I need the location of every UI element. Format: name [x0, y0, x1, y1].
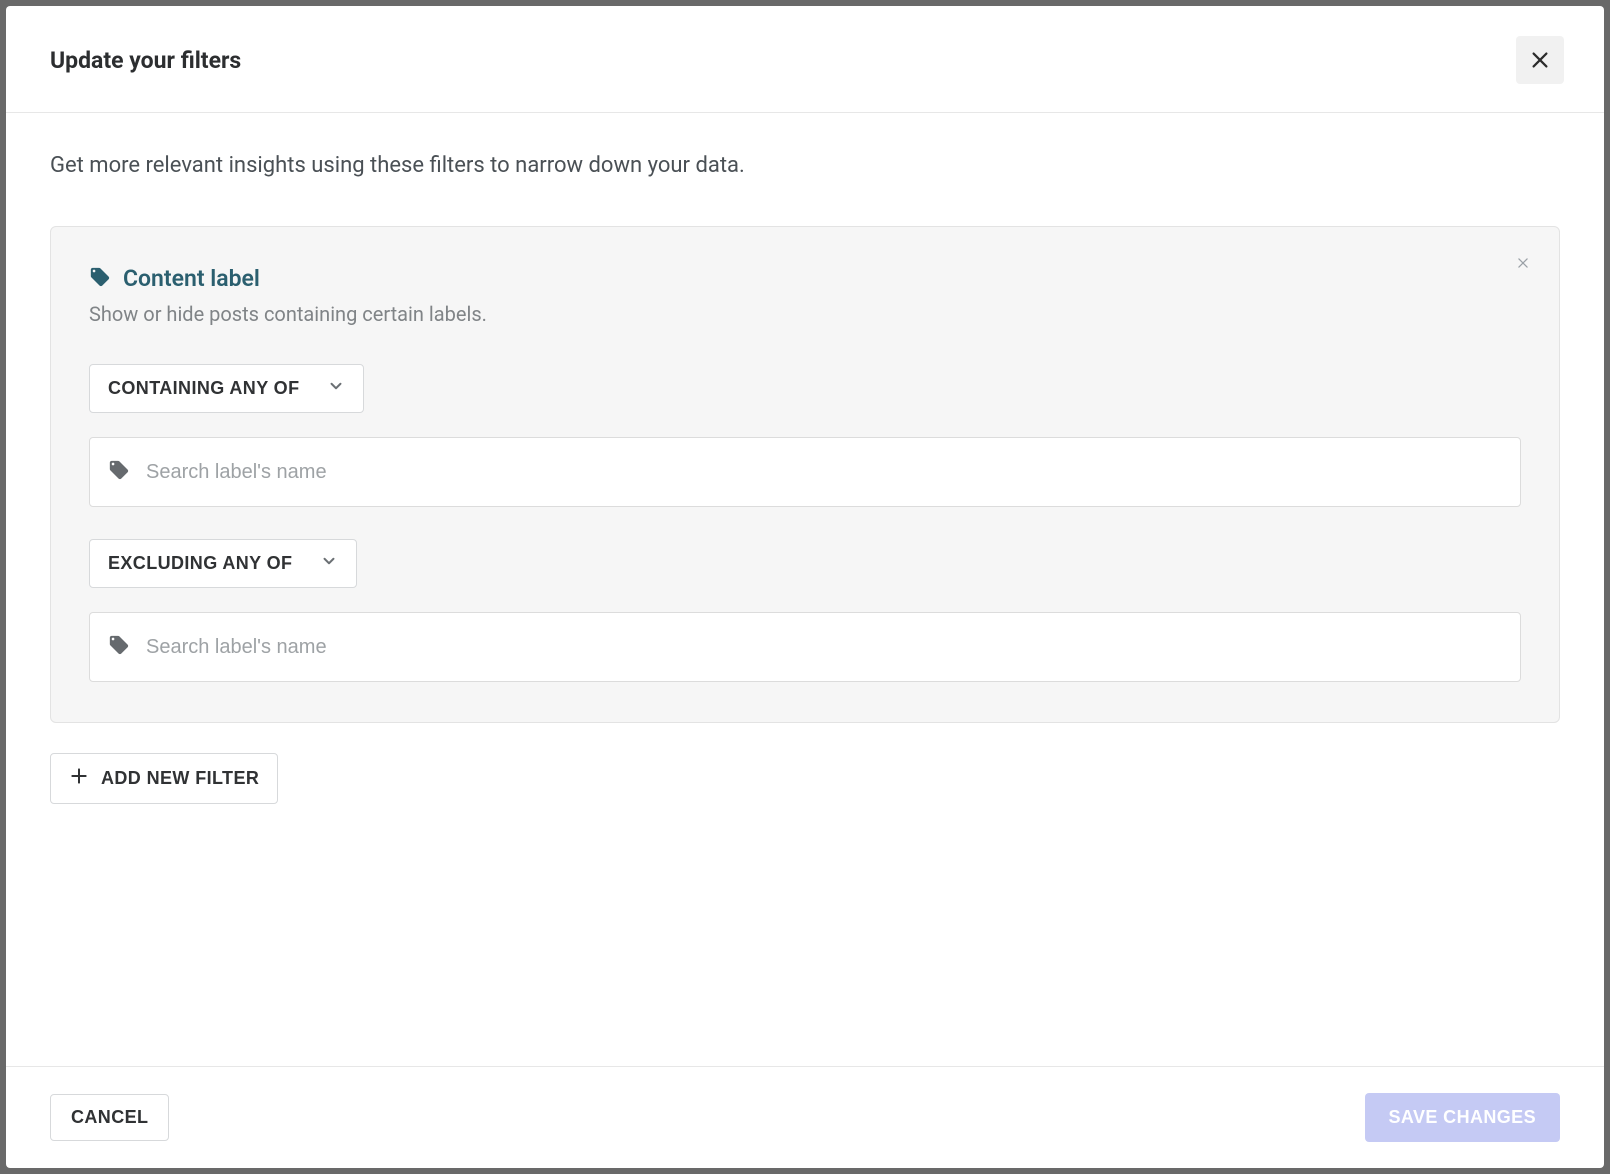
tag-icon: [89, 266, 111, 292]
excluding-select[interactable]: EXCLUDING ANY OF: [89, 539, 357, 588]
cancel-button[interactable]: CANCEL: [50, 1094, 169, 1141]
close-icon: [1516, 256, 1530, 270]
containing-search-input[interactable]: [146, 461, 1502, 484]
modal-title: Update your filters: [50, 47, 241, 74]
close-icon: [1529, 49, 1551, 71]
remove-filter-button[interactable]: [1509, 249, 1537, 277]
chevron-down-icon: [320, 552, 338, 575]
modal-footer: CANCEL SAVE CHANGES: [6, 1066, 1604, 1168]
tag-icon: [108, 459, 130, 485]
filter-card-content-label: Content label Show or hide posts contain…: [50, 226, 1560, 723]
plus-icon: [69, 766, 89, 791]
add-new-filter-label: ADD NEW FILTER: [101, 768, 259, 789]
update-filters-modal: Update your filters Get more relevant in…: [6, 6, 1604, 1168]
containing-select[interactable]: CONTAINING ANY OF: [89, 364, 364, 413]
filter-card-title: Content label: [123, 265, 260, 292]
excluding-search-input[interactable]: [146, 636, 1502, 659]
select-label: CONTAINING ANY OF: [108, 378, 299, 399]
excluding-search-wrap[interactable]: [89, 612, 1521, 682]
select-label: EXCLUDING ANY OF: [108, 553, 292, 574]
tag-icon: [108, 634, 130, 660]
modal-header: Update your filters: [6, 6, 1604, 113]
excluding-select-row: EXCLUDING ANY OF: [89, 539, 1521, 588]
filter-card-header: Content label: [89, 265, 1521, 292]
modal-body: Get more relevant insights using these f…: [6, 113, 1604, 1066]
close-button[interactable]: [1516, 36, 1564, 84]
save-changes-button[interactable]: SAVE CHANGES: [1365, 1093, 1561, 1142]
containing-select-row: CONTAINING ANY OF: [89, 364, 1521, 413]
filter-card-subtitle: Show or hide posts containing certain la…: [89, 302, 1521, 326]
modal-description: Get more relevant insights using these f…: [50, 153, 1560, 178]
containing-search-wrap[interactable]: [89, 437, 1521, 507]
add-new-filter-button[interactable]: ADD NEW FILTER: [50, 753, 278, 804]
chevron-down-icon: [327, 377, 345, 400]
